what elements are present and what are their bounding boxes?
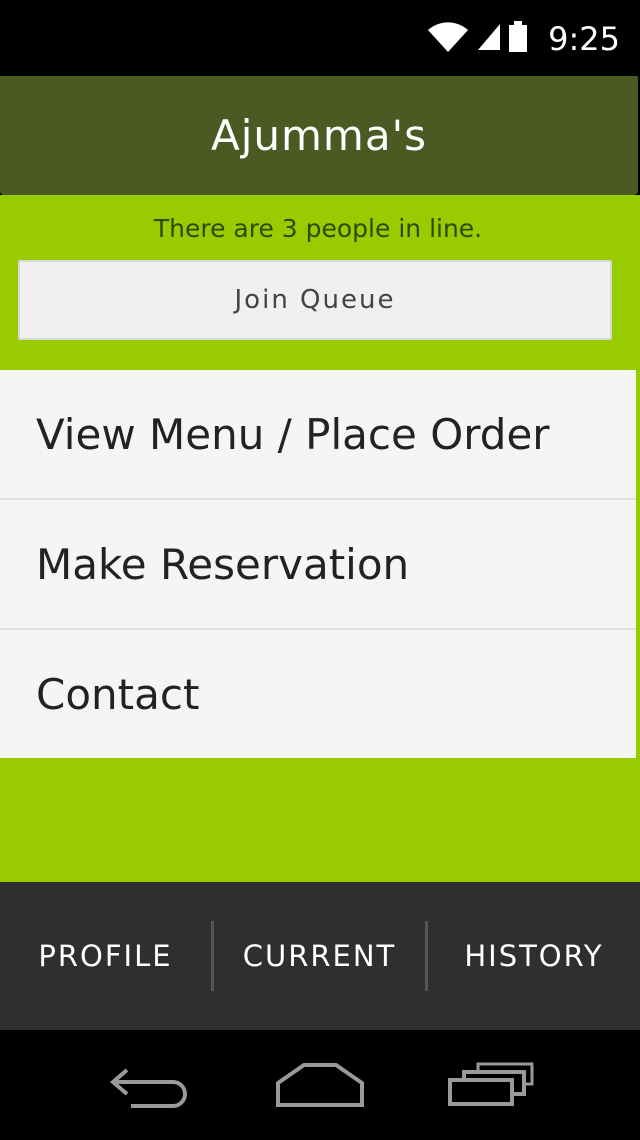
tab-profile[interactable]: PROFILE [0,882,211,1030]
queue-status-text: There are 3 people in line. [153,214,483,243]
status-icons: 9:25 [426,14,620,64]
page-title: Ajumma's [210,111,427,160]
menu-item-view-menu[interactable]: View Menu / Place Order [0,370,636,500]
menu-item-contact[interactable]: Contact [0,630,636,758]
home-icon[interactable] [270,1055,370,1115]
recent-apps-icon[interactable] [440,1055,540,1115]
tab-history[interactable]: HISTORY [428,882,640,1030]
status-time: 9:25 [548,20,620,58]
signal-icon [476,22,502,56]
join-queue-button[interactable]: Join Queue [18,260,612,340]
menu-list: View Menu / Place Order Make Reservation… [0,370,636,758]
battery-icon [508,21,528,57]
back-icon[interactable] [100,1055,200,1115]
app-header: Ajumma's [0,76,638,195]
tab-bar: PROFILE CURRENT HISTORY [0,882,640,1030]
status-bar: 9:25 [0,0,640,76]
system-nav-bar [0,1030,640,1140]
wifi-icon [426,20,470,58]
tab-current[interactable]: CURRENT [214,882,425,1030]
menu-item-make-reservation[interactable]: Make Reservation [0,500,636,630]
